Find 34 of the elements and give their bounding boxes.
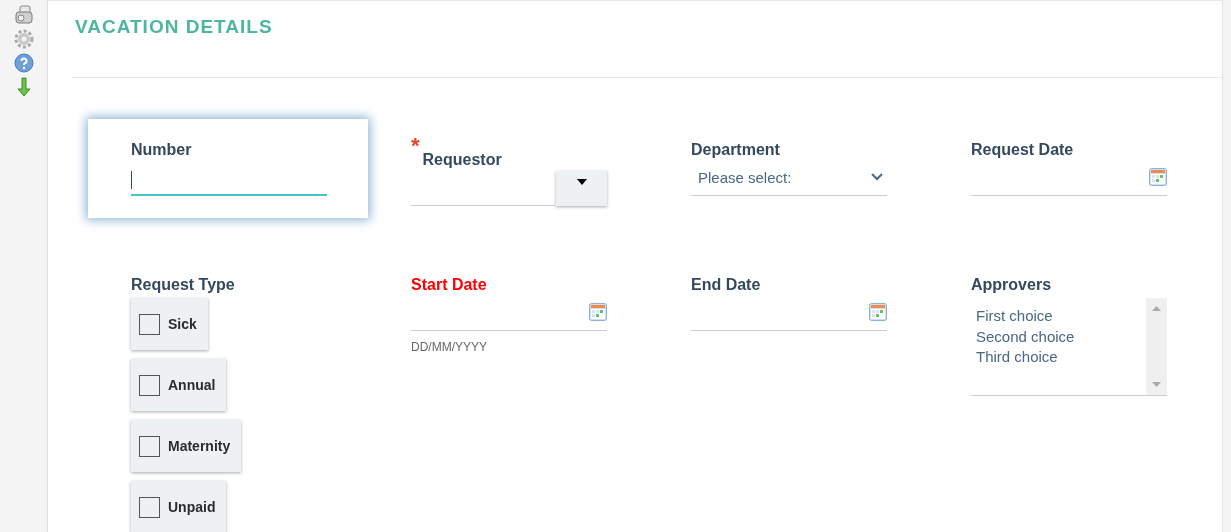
format-hint: DD/MM/YYYY: [411, 340, 488, 354]
list-option[interactable]: Second choice: [976, 326, 1141, 347]
caret-icon: [576, 179, 587, 185]
field-label: End Date: [691, 276, 761, 294]
field-label: Department: [691, 141, 780, 159]
field-label: Request Type: [131, 276, 235, 294]
page-title: VACATION DETAILS: [75, 16, 273, 38]
field-label: Request Date: [971, 141, 1074, 159]
select-field[interactable]: Please select:: [691, 159, 887, 196]
chevron-icon: [871, 173, 883, 181]
settings-icon[interactable]: [13, 29, 34, 49]
checkbox-option[interactable]: Unpaid: [131, 481, 227, 532]
list-option[interactable]: First choice: [976, 306, 1141, 327]
list-box[interactable]: First choice Second choice Third choice: [971, 298, 1167, 396]
down-arrow-icon[interactable]: [16, 77, 31, 97]
calendar-icon[interactable]: [869, 303, 887, 321]
checkbox[interactable]: [139, 435, 160, 457]
field-label: Requestor: [422, 151, 502, 169]
calendar-icon[interactable]: [589, 303, 607, 321]
checkbox-option[interactable]: Maternity: [131, 420, 242, 472]
checkbox-option[interactable]: Sick: [131, 298, 208, 350]
help-icon[interactable]: [13, 53, 34, 73]
checkbox[interactable]: [139, 313, 160, 335]
checkbox[interactable]: [139, 374, 160, 396]
list-option[interactable]: Third choice: [976, 347, 1141, 368]
scroll-down-icon[interactable]: [1152, 382, 1161, 387]
scroll-up-icon[interactable]: [1152, 306, 1161, 311]
printer-icon[interactable]: [13, 5, 34, 25]
checkbox-option[interactable]: Annual: [131, 359, 227, 411]
calendar-icon[interactable]: [1149, 168, 1167, 186]
checkbox[interactable]: [139, 496, 160, 518]
field-label: Start Date: [411, 276, 487, 294]
field-label: Number: [131, 141, 192, 159]
field-label: Approvers: [971, 276, 1052, 294]
